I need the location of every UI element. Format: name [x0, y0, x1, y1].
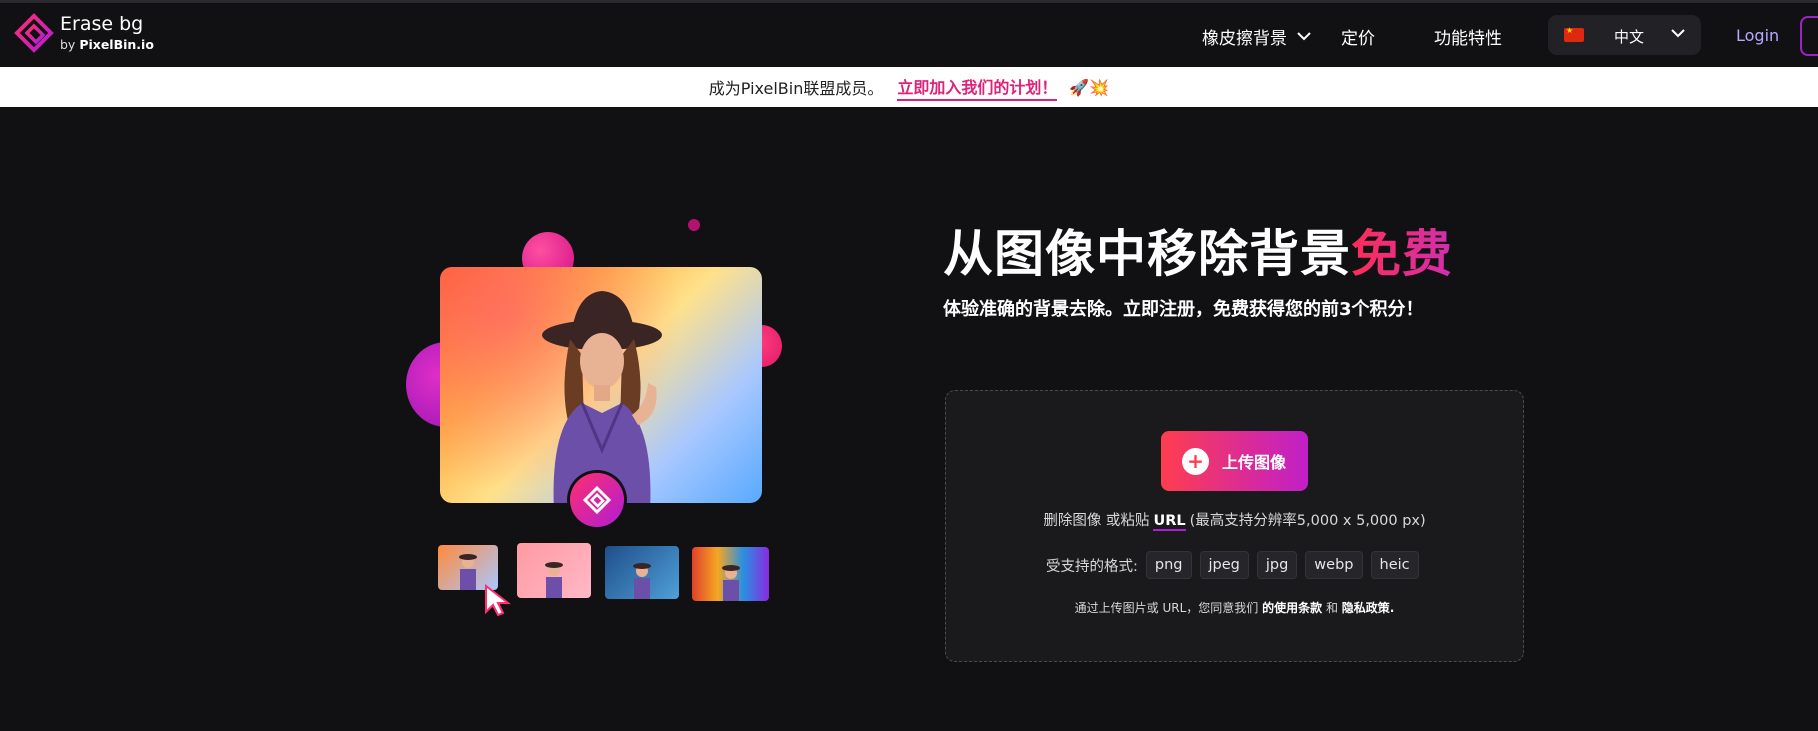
banner-text: 成为PixelBin联盟成员。 — [708, 79, 884, 98]
hero-photo — [440, 267, 762, 503]
upload-image-button[interactable]: + 上传图像 — [1161, 431, 1308, 491]
format-chip: jpg — [1256, 551, 1298, 579]
logo[interactable]: Erase bg by PixelBin.io — [14, 13, 154, 53]
nav-pricing[interactable]: 定价 — [1341, 24, 1375, 49]
format-chip: png — [1145, 551, 1192, 579]
hero-title-main: 从图像中移除背景 — [943, 225, 1351, 283]
nav-features[interactable]: 功能特性 — [1434, 24, 1502, 49]
nav-pricing-label: 定价 — [1341, 29, 1375, 49]
privacy-policy-link[interactable]: 隐私政策. — [1342, 601, 1395, 615]
language-selector[interactable]: 中文 — [1548, 15, 1701, 55]
format-chip: heic — [1370, 551, 1419, 579]
signup-button[interactable] — [1800, 16, 1818, 56]
rocket-sparkle-emoji: 🚀💥 — [1069, 77, 1110, 97]
brand-subtitle: by PixelBin.io — [60, 36, 154, 52]
china-flag-icon — [1564, 26, 1584, 42]
nav-eraser-background-label: 橡皮擦背景 — [1202, 29, 1287, 49]
brand-title: Erase bg — [60, 12, 144, 35]
terms-of-use-link[interactable]: 的使用条款 — [1262, 601, 1322, 615]
hero-title: 从图像中移除背景免费 — [943, 214, 1453, 286]
paste-prefix-text: 删除图像 或粘贴 — [1043, 513, 1150, 529]
upload-button-label: 上传图像 — [1222, 453, 1287, 472]
erase-bg-logo-icon — [14, 13, 54, 53]
decor-blob — [688, 219, 700, 231]
paste-url-link[interactable]: URL — [1153, 513, 1186, 531]
formats-label: 受支持的格式: — [1046, 558, 1138, 575]
terms-notice: 通过上传图片或 URL，您同意我们 的使用条款 和 隐私政策. — [946, 599, 1523, 616]
terms-and-text: 和 — [1325, 601, 1338, 615]
nav-eraser-background[interactable]: 橡皮擦背景 — [1202, 24, 1311, 49]
supported-formats: 受支持的格式: png jpeg jpg webp heic — [1046, 551, 1419, 579]
chevron-down-icon — [1671, 29, 1685, 38]
format-chip: jpeg — [1199, 551, 1249, 579]
nav-features-label: 功能特性 — [1434, 29, 1502, 49]
format-chip: webp — [1305, 551, 1363, 579]
upload-dropzone[interactable]: + 上传图像 删除图像 或粘贴 URL (最高支持分辨率5,000 x 5,000 … — [945, 390, 1524, 662]
navbar: Erase bg by PixelBin.io 橡皮擦背景 定价 功能特性 中文… — [0, 3, 1818, 67]
plus-icon: + — [1182, 447, 1209, 475]
chevron-down-icon — [1297, 32, 1311, 41]
erase-bg-badge-icon — [570, 473, 624, 527]
woman-portrait-icon — [542, 291, 662, 503]
sample-thumbnail-3[interactable] — [605, 546, 679, 599]
affiliate-banner: 成为PixelBin联盟成员。 立即加入我们的计划！ 🚀💥 — [0, 67, 1818, 107]
login-link[interactable]: Login — [1736, 26, 1779, 45]
hero-title-accent: 免费 — [1351, 225, 1453, 283]
hero-subtitle: 体验准确的背景去除。立即注册，免费获得您的前3个积分！ — [943, 299, 1424, 320]
mouse-cursor-icon — [485, 584, 511, 616]
resolution-note: (最高支持分辨率5,000 x 5,000 px) — [1189, 513, 1426, 529]
banner-join-link[interactable]: 立即加入我们的计划！ — [897, 74, 1058, 101]
terms-prefix-text: 通过上传图片或 URL，您同意我们 — [1074, 601, 1259, 615]
sample-thumbnail-2[interactable] — [517, 543, 591, 598]
language-label: 中文 — [1614, 28, 1645, 46]
paste-instructions: 删除图像 或粘贴 URL (最高支持分辨率5,000 x 5,000 px) — [946, 509, 1523, 531]
sample-thumbnail-4[interactable] — [692, 547, 769, 601]
